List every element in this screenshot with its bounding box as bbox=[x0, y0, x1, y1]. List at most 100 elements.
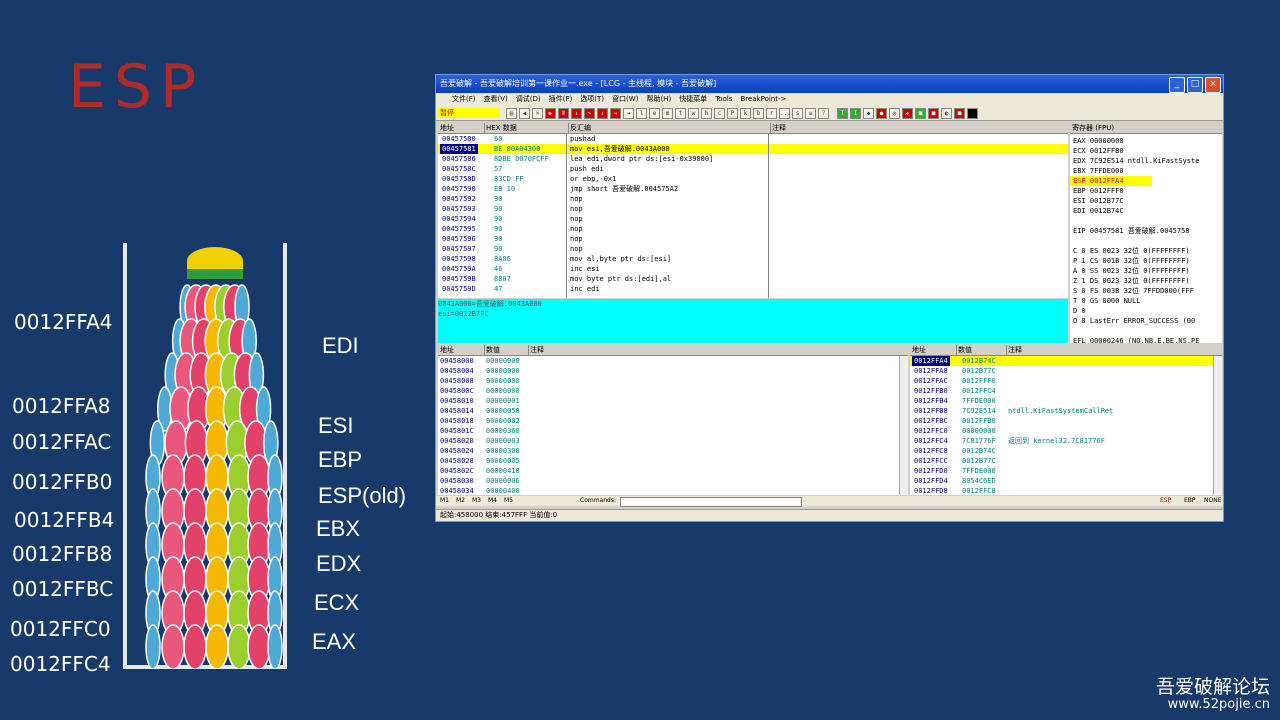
plugin-icon[interactable]: T bbox=[837, 107, 848, 119]
col-header-value[interactable]: 数值 bbox=[484, 345, 529, 355]
dump-row[interactable]: 00458010 00000001 bbox=[438, 396, 908, 406]
menu-file[interactable]: 文件(F) bbox=[452, 93, 476, 106]
disasm-row[interactable]: 00457593 90 nop bbox=[438, 204, 1068, 214]
disasm-row[interactable]: 00457597 90 nop bbox=[438, 244, 1068, 254]
plugin-icon[interactable]: ■ bbox=[928, 107, 939, 119]
disassembly-pane[interactable]: 地址 HEX 数据 反汇编 注释 00457580 60 pushad 0045758… bbox=[438, 123, 1068, 298]
dump-row[interactable]: 00458030 00000006 bbox=[438, 476, 908, 486]
register-line[interactable]: A 0 SS 0023 32位 0(FFFFFFFF) bbox=[1070, 266, 1222, 276]
toolbar-letter-r[interactable]: r bbox=[766, 107, 777, 119]
step-into-icon[interactable]: ↓ bbox=[571, 107, 582, 119]
plugin-icon[interactable]: ◎ bbox=[889, 107, 900, 119]
stack-row[interactable]: 0012FFB4 7FFDE000 bbox=[910, 396, 1222, 406]
register-line[interactable] bbox=[1070, 236, 1222, 246]
menu-options[interactable]: 选项(T) bbox=[580, 93, 604, 106]
register-line[interactable] bbox=[1070, 216, 1222, 226]
menu-shortcut[interactable]: 快捷菜单 bbox=[679, 93, 707, 106]
plugin-icon[interactable]: ■ bbox=[954, 107, 965, 119]
execute-till-return-icon[interactable]: → bbox=[623, 107, 634, 119]
minimize-button[interactable]: _ bbox=[1169, 77, 1185, 93]
register-line[interactable]: O 0 LastErr ERROR_SUCCESS (00 bbox=[1070, 316, 1222, 326]
close-debug-icon[interactable]: × bbox=[532, 107, 543, 119]
register-line[interactable]: EFL 00000246 (NO,NB,E,BE,NS,PE bbox=[1070, 336, 1222, 343]
disasm-row[interactable]: 00457595 90 nop bbox=[438, 224, 1068, 234]
stack-scrollbar[interactable] bbox=[1213, 356, 1222, 495]
dump-row[interactable]: 00458028 00000005 bbox=[438, 456, 908, 466]
disasm-row[interactable]: 0045759D 47 inc edi bbox=[438, 284, 1068, 294]
stack-row[interactable]: 0012FFC4 7C81776F 返回到 kernel32.7C81776F bbox=[910, 436, 1222, 446]
toolbar-letter-m[interactable]: m bbox=[662, 107, 673, 119]
dump-row[interactable]: 00458018 00000002 bbox=[438, 416, 908, 426]
dump-row[interactable]: 0045801C 00000360 bbox=[438, 426, 908, 436]
stack-row[interactable]: 0012FFB8 7C92E514 ntdll.KiFastSystemCallRe… bbox=[910, 406, 1222, 416]
register-line[interactable]: Z 1 DS 0023 32位 0(FFFFFFFF) bbox=[1070, 276, 1222, 286]
restart-icon[interactable]: ◀ bbox=[519, 107, 530, 119]
disasm-row[interactable]: 0045758D 83CD FF or ebp,-0x1 bbox=[438, 174, 1068, 184]
toolbar-letter-e[interactable]: e bbox=[649, 107, 660, 119]
command-input[interactable] bbox=[620, 497, 802, 507]
menu-view[interactable]: 查看(V) bbox=[484, 93, 508, 106]
register-line[interactable]: ESI 0012B77C bbox=[1070, 196, 1222, 206]
register-line[interactable]: P 1 CS 001B 32位 0(FFFFFFFF) bbox=[1070, 256, 1222, 266]
help-icon[interactable]: ? bbox=[818, 107, 829, 119]
step-over-icon[interactable]: ↷ bbox=[584, 107, 595, 119]
stack-row[interactable]: 0012FFC0 00000000 bbox=[910, 426, 1222, 436]
dump-row[interactable]: 00458000 00000000 bbox=[438, 356, 908, 366]
close-button[interactable]: × bbox=[1205, 77, 1221, 93]
menu-debug[interactable]: 调试(D) bbox=[516, 93, 541, 106]
stack-row[interactable]: 0012FFB0 0012FFC4 bbox=[910, 386, 1222, 396]
dump-tab-m5[interactable]: M5 bbox=[504, 496, 513, 506]
plugin-icon[interactable]: ◐ bbox=[941, 107, 952, 119]
toolbar-letter-b[interactable]: b bbox=[753, 107, 764, 119]
col-header-comment[interactable]: 注释 bbox=[528, 345, 906, 355]
register-line[interactable]: EDI 0012B74C bbox=[1070, 206, 1222, 216]
options-icon[interactable]: ≡ bbox=[805, 107, 816, 119]
toolbar-letter-dots[interactable]: ... bbox=[779, 107, 791, 119]
trace-over-icon[interactable]: ⇒ bbox=[610, 107, 621, 119]
menu-breakpoint[interactable]: BreakPoint-> bbox=[740, 93, 786, 106]
toolbar-letter-h[interactable]: h bbox=[701, 107, 712, 119]
stack-mode-esp[interactable]: ESP bbox=[1160, 496, 1171, 506]
col-header-value[interactable]: 数值 bbox=[956, 345, 1007, 355]
stack-row[interactable]: 0012FFBC 0012FFB0 bbox=[910, 416, 1222, 426]
dump-scrollbar[interactable] bbox=[899, 356, 908, 495]
dump-tab-m1[interactable]: M1 bbox=[440, 496, 449, 506]
toolbar-letter-s[interactable]: s bbox=[792, 107, 803, 119]
memory-dump-pane[interactable]: 地址 数值 注释 00458000 00000000 00458004 0000000… bbox=[438, 345, 908, 495]
register-line[interactable]: C 0 ES 0023 32位 0(FFFFFFFF) bbox=[1070, 246, 1222, 256]
register-line[interactable]: EBP 0012FFF0 bbox=[1070, 186, 1222, 196]
register-line[interactable]: EIP 00457581 吾爱破解.0045758 bbox=[1070, 226, 1222, 236]
dump-row[interactable]: 00458008 00000000 bbox=[438, 376, 908, 386]
dump-row[interactable]: 00458034 00000408 bbox=[438, 486, 908, 495]
register-line[interactable] bbox=[1070, 326, 1222, 336]
disasm-row[interactable]: 00457586 8DBE 0070FCFF lea edi,dword ptr d… bbox=[438, 154, 1068, 164]
stack-row[interactable]: 0012FFD0 7FFDE000 bbox=[910, 466, 1222, 476]
dump-row[interactable]: 0045800C 00000000 bbox=[438, 386, 908, 396]
col-header-address[interactable]: 地址 bbox=[438, 345, 485, 355]
open-icon[interactable]: ▤ bbox=[506, 107, 517, 119]
toolbar-letter-t[interactable]: t bbox=[675, 107, 686, 119]
dump-tab-m4[interactable]: M4 bbox=[488, 496, 497, 506]
toolbar-letter-w[interactable]: w bbox=[688, 107, 699, 119]
register-line[interactable]: S 0 FS 003B 32位 7FFDD000(FFF bbox=[1070, 286, 1222, 296]
col-header-address[interactable]: 地址 bbox=[438, 123, 485, 133]
dump-row[interactable]: 0045802C 00000418 bbox=[438, 466, 908, 476]
dump-tab-m3[interactable]: M3 bbox=[472, 496, 481, 506]
plugin-icon[interactable]: ✚ bbox=[902, 107, 913, 119]
register-line[interactable]: D 0 bbox=[1070, 306, 1222, 316]
menu-help[interactable]: 帮助(H) bbox=[646, 93, 671, 106]
disasm-row[interactable]: 00457581 BE 00A04300 mov esi,吾爱破解.0043A000 bbox=[438, 144, 1068, 154]
plugin-icon[interactable]: I bbox=[850, 107, 861, 119]
disasm-row[interactable]: 0045759B 8807 mov byte ptr ds:[edi],al bbox=[438, 274, 1068, 284]
dump-row[interactable]: 00458014 00000058 bbox=[438, 406, 908, 416]
plugin-icon[interactable]: ◆ bbox=[863, 107, 874, 119]
stack-row[interactable]: 0012FFA8 0012B77C bbox=[910, 366, 1222, 376]
stack-mode-ebp[interactable]: EBP bbox=[1184, 496, 1196, 506]
register-line[interactable]: EAX 00000000 bbox=[1070, 136, 1222, 146]
register-line[interactable]: EDX 7C92E514 ntdll.KiFastSyste bbox=[1070, 156, 1222, 166]
col-header-disasm[interactable]: 反汇编 bbox=[568, 123, 771, 133]
disasm-row[interactable]: 00457598 8A06 mov al,byte ptr ds:[esi] bbox=[438, 254, 1068, 264]
maximize-button[interactable]: □ bbox=[1187, 77, 1203, 93]
trace-into-icon[interactable]: ⇓ bbox=[597, 107, 608, 119]
stack-row[interactable]: 0012FFAC 0012FFF0 bbox=[910, 376, 1222, 386]
